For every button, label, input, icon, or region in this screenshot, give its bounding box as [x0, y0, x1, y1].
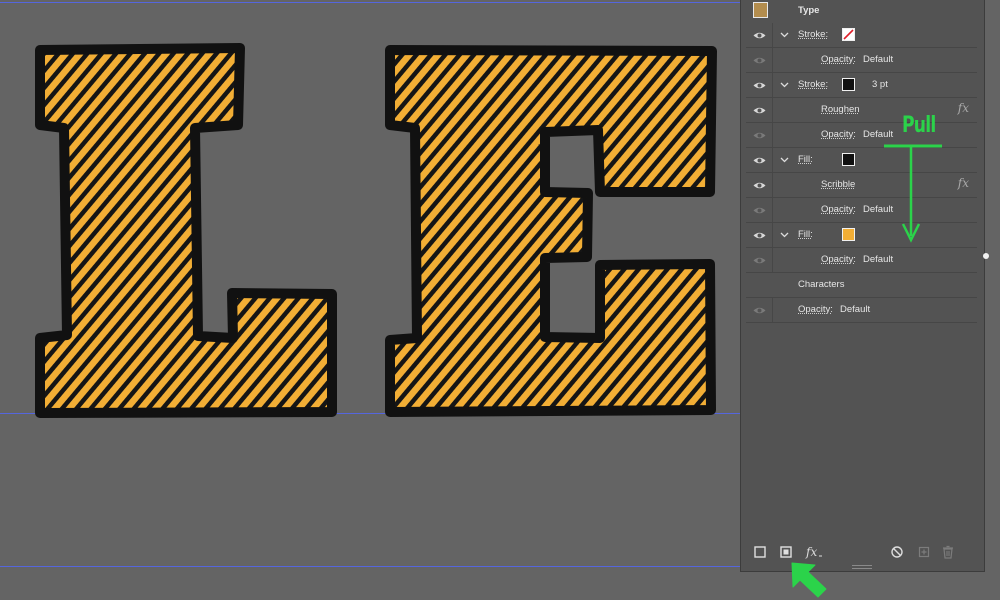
pull-annotation-label: Pull	[902, 113, 936, 138]
pointer-arrow-icon	[791, 562, 827, 598]
annotation-overlay	[791, 144, 942, 598]
